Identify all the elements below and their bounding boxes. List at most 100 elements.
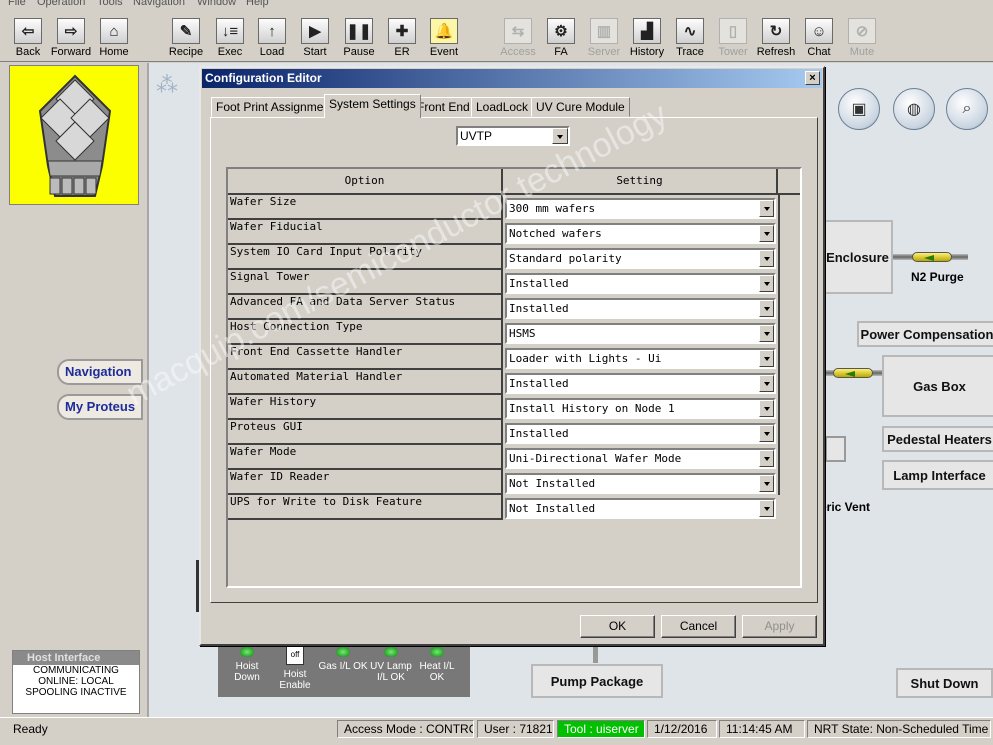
pause-icon: ❚❚ <box>345 18 373 44</box>
bell-icon: 🔔 <box>430 18 458 44</box>
status-tool: Tool : uiserver <box>557 720 645 738</box>
setting-value: Not Installed <box>509 477 596 490</box>
chevron-down-icon[interactable] <box>759 475 774 492</box>
recipe-icon: ✎ <box>172 18 200 44</box>
table-row: Proteus GUI Installed <box>228 420 776 445</box>
fa-card-icon[interactable]: ▣ <box>838 88 880 130</box>
chevron-down-icon[interactable] <box>759 325 774 342</box>
close-icon[interactable]: × <box>805 71 820 85</box>
navigation-button[interactable]: Navigation <box>57 359 143 385</box>
chevron-down-icon[interactable] <box>759 450 774 467</box>
dialog-title-bar[interactable]: Configuration Editor <box>202 69 822 88</box>
home-icon: ⌂ <box>100 18 128 44</box>
menu-window[interactable]: Window <box>197 0 236 8</box>
menu-operation[interactable]: Operation <box>37 0 85 8</box>
menu-file[interactable]: File <box>8 0 26 8</box>
option-cell: Advanced FA and Data Server Status <box>228 295 503 320</box>
my-proteus-button[interactable]: My Proteus <box>57 394 143 420</box>
host-interface-title: Host Interface <box>13 651 139 665</box>
event-button[interactable]: 🔔 Event <box>422 16 466 62</box>
pump-package-button[interactable]: Pump Package <box>531 664 663 698</box>
back-arrow-icon: ⇦ <box>14 18 42 44</box>
chevron-down-icon[interactable] <box>759 350 774 367</box>
pump-pipe <box>593 645 598 663</box>
setting-select[interactable]: Installed <box>505 273 776 294</box>
host-status-line: ONLINE: LOCAL <box>38 676 114 687</box>
tool-logo-icon <box>38 74 112 197</box>
er-cross-icon: ✚ <box>388 18 416 44</box>
chevron-down-icon[interactable] <box>759 375 774 392</box>
table-row: Automated Material Handler Installed <box>228 370 776 395</box>
chevron-down-icon[interactable] <box>759 400 774 417</box>
lamp-interface-button[interactable]: Lamp Interface <box>882 460 993 490</box>
load-icon: ↑ <box>258 18 286 44</box>
option-cell: Wafer ID Reader <box>228 470 503 495</box>
gas-box-button[interactable]: Gas Box <box>882 355 993 417</box>
tab-loadlock[interactable]: LoadLock <box>471 97 534 117</box>
setting-select[interactable]: Install History on Node 1 <box>505 398 776 419</box>
option-cell: Automated Material Handler <box>228 370 503 395</box>
gas-valve-icon[interactable] <box>833 368 873 378</box>
binary-search-icon[interactable]: ⌕ <box>946 88 988 130</box>
table-row: Wafer Mode Uni-Directional Wafer Mode <box>228 445 776 470</box>
status-ready: Ready <box>13 722 48 736</box>
setting-select[interactable]: Installed <box>505 373 776 394</box>
setting-value: Loader with Lights - Ui <box>509 352 662 365</box>
tab-front-end[interactable]: Front End <box>412 97 475 117</box>
tab-foot-print-assignment[interactable]: Foot Print Assignment <box>211 97 339 117</box>
mute-icon: ⊘ <box>848 18 876 44</box>
option-cell: Front End Cassette Handler <box>228 345 503 370</box>
refresh-icon: ↻ <box>762 18 790 44</box>
power-compensation-button[interactable]: Power Compensation <box>857 321 993 347</box>
host-interface-panel: Host Interface COMMUNICATING ONLINE: LOC… <box>12 650 140 714</box>
tower-icon: ▯ <box>719 18 747 44</box>
vent-label: eric Vent <box>820 500 871 514</box>
enclosure-button[interactable]: Enclosure <box>822 220 893 294</box>
interlock-gas-i-l-ok: Gas I/L OK <box>318 647 368 672</box>
column-header-setting[interactable]: Setting <box>503 169 778 195</box>
setting-select[interactable]: Not Installed <box>505 498 776 519</box>
menu-help[interactable]: Help <box>246 0 269 8</box>
menu-tools[interactable]: Tools <box>97 0 123 8</box>
setting-value: Installed <box>509 377 569 390</box>
chevron-down-icon[interactable] <box>759 275 774 292</box>
home-button[interactable]: ⌂ Home <box>92 16 136 62</box>
chevron-down-icon[interactable] <box>759 250 774 267</box>
interlock-hoist-enable[interactable]: off Hoist Enable <box>270 645 320 691</box>
shut-down-button[interactable]: Shut Down <box>896 668 993 698</box>
setting-value: 300 mm wafers <box>509 202 596 215</box>
interlock-label: UV Lamp I/L OK <box>370 661 412 683</box>
setting-select[interactable]: 300 mm wafers <box>505 198 776 219</box>
chevron-down-icon[interactable] <box>759 200 774 217</box>
chevron-down-icon[interactable] <box>552 128 568 144</box>
database-icon[interactable]: ◍ <box>893 88 935 130</box>
chevron-down-icon[interactable] <box>759 425 774 442</box>
n2-valve-icon[interactable] <box>912 252 952 262</box>
chevron-down-icon[interactable] <box>759 225 774 242</box>
grid-scrollbar[interactable] <box>778 195 800 495</box>
cancel-button[interactable]: Cancel <box>661 615 736 638</box>
setting-select[interactable]: Not Installed <box>505 473 776 494</box>
table-row: Wafer History Install History on Node 1 <box>228 395 776 420</box>
setting-select[interactable]: Installed <box>505 423 776 444</box>
column-header-option[interactable]: Option <box>228 169 503 195</box>
history-chart-icon: ▟ <box>633 18 661 44</box>
ok-button[interactable]: OK <box>580 615 655 638</box>
chevron-down-icon[interactable] <box>759 300 774 317</box>
apply-button[interactable]: Apply <box>742 615 817 638</box>
module-select[interactable]: UVTP <box>456 126 570 146</box>
option-cell: Wafer History <box>228 395 503 420</box>
pedestal-heaters-button[interactable]: Pedestal Heaters <box>882 426 993 452</box>
setting-select[interactable]: HSMS <box>505 323 776 344</box>
setting-value: Installed <box>509 302 569 315</box>
setting-select[interactable]: Notched wafers <box>505 223 776 244</box>
status-led-icon <box>240 647 254 657</box>
setting-select[interactable]: Uni-Directional Wafer Mode <box>505 448 776 469</box>
setting-select[interactable]: Loader with Lights - Ui <box>505 348 776 369</box>
setting-select[interactable]: Installed <box>505 298 776 319</box>
menu-navigation[interactable]: Navigation <box>133 0 185 8</box>
setting-select[interactable]: Standard polarity <box>505 248 776 269</box>
tab-uv-cure-module[interactable]: UV Cure Module <box>531 97 630 117</box>
chevron-down-icon[interactable] <box>759 500 774 517</box>
tab-system-settings[interactable]: System Settings <box>324 94 421 118</box>
